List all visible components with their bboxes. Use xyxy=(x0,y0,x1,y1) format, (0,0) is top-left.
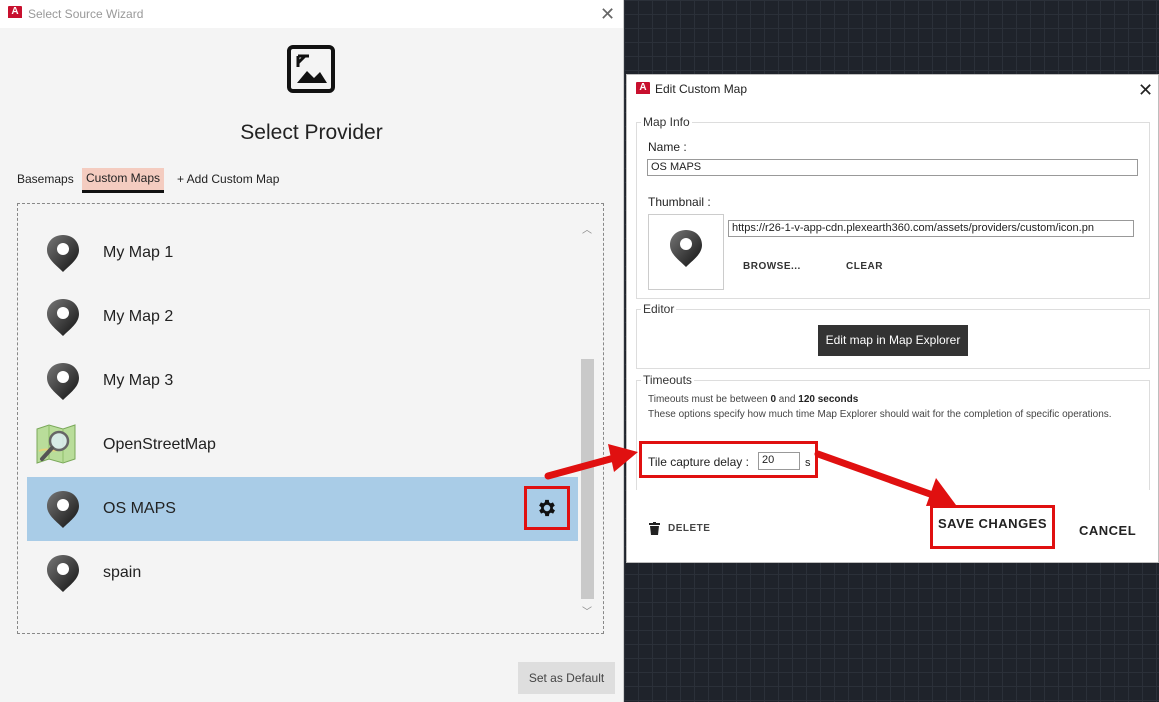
provider-image-icon xyxy=(287,45,335,93)
wizard-titlebar: A Select Source Wizard ✕ xyxy=(0,0,623,28)
wizard-title: Select Source Wizard xyxy=(28,7,144,21)
map-info-group-label: Map Info xyxy=(641,115,692,129)
browse-button[interactable]: BROWSE... xyxy=(743,261,801,272)
thumbnail-preview xyxy=(648,214,724,290)
select-source-wizard: A Select Source Wizard ✕ Select Provider… xyxy=(0,0,624,702)
map-pin-icon xyxy=(47,235,79,272)
list-item-label: My Map 2 xyxy=(103,308,174,325)
name-input[interactable]: OS MAPS xyxy=(647,159,1138,176)
map-pin-icon xyxy=(47,491,79,528)
edit-in-map-explorer-button[interactable]: Edit map in Map Explorer xyxy=(818,325,968,356)
list-item[interactable]: My Map 1 xyxy=(27,221,578,285)
scroll-down-icon[interactable]: ﹀ xyxy=(582,603,592,618)
timeouts-range-text: Timeouts must be between 0 and 120 secon… xyxy=(648,394,859,405)
add-custom-map-button[interactable]: + Add Custom Map xyxy=(177,169,279,191)
map-pin-icon xyxy=(47,555,79,592)
scroll-up-icon[interactable]: ︿ xyxy=(582,221,592,236)
gear-icon xyxy=(539,499,555,517)
map-pin-icon xyxy=(47,363,79,400)
dialog-close-icon[interactable]: ✕ xyxy=(1138,81,1153,99)
settings-gear-button[interactable] xyxy=(524,486,570,530)
delete-button[interactable]: DELETE xyxy=(668,523,710,534)
wizard-close-icon[interactable]: ✕ xyxy=(600,5,615,23)
list-item[interactable]: My Map 2 xyxy=(27,285,578,349)
tab-custom-maps[interactable]: Custom Maps xyxy=(82,168,165,193)
list-item-label: My Map 1 xyxy=(103,244,174,261)
autocad-app-icon: A xyxy=(8,6,22,21)
list-item[interactable]: My Map 3 xyxy=(27,349,578,413)
list-item-selected[interactable]: OS MAPS xyxy=(27,477,578,541)
clear-button[interactable]: CLEAR xyxy=(846,261,883,272)
list-item-label: My Map 3 xyxy=(103,372,174,389)
provider-list: My Map 1 My Map 2 My Map 3 OpenStreetMap… xyxy=(27,215,578,625)
trash-icon[interactable] xyxy=(649,522,660,535)
map-pin-icon xyxy=(670,230,702,267)
openstreetmap-icon xyxy=(36,424,76,464)
list-item-label: OS MAPS xyxy=(103,500,176,517)
name-label: Name : xyxy=(648,140,687,154)
list-scrollbar[interactable]: ︿ ﹀ xyxy=(578,219,596,619)
tile-capture-delay-label: Tile capture delay : xyxy=(648,455,749,469)
tile-delay-unit: s xyxy=(805,457,811,469)
list-item-label: spain xyxy=(103,564,142,581)
provider-list-container: My Map 1 My Map 2 My Map 3 OpenStreetMap… xyxy=(17,203,604,634)
save-changes-button[interactable]: SAVE CHANGES xyxy=(930,505,1055,549)
tab-basemaps[interactable]: Basemaps xyxy=(17,169,74,191)
thumbnail-label: Thumbnail : xyxy=(648,195,711,209)
list-item[interactable]: spain xyxy=(27,541,578,605)
thumbnail-url-input[interactable]: https://r26-1-v-app-cdn.plexearth360.com… xyxy=(728,220,1134,237)
scroll-thumb[interactable] xyxy=(581,359,594,599)
edit-custom-map-dialog: A Edit Custom Map ✕ Map Info Name : OS M… xyxy=(626,74,1159,563)
timeouts-description: These options specify how much time Map … xyxy=(648,409,1112,420)
page-title: Select Provider xyxy=(240,121,383,144)
autocad-app-icon: A xyxy=(636,82,650,97)
set-as-default-button[interactable]: Set as Default xyxy=(518,662,615,694)
cancel-button[interactable]: CANCEL xyxy=(1079,523,1136,538)
dialog-title: Edit Custom Map xyxy=(655,82,748,96)
list-item-label: OpenStreetMap xyxy=(103,436,216,453)
map-pin-icon xyxy=(47,299,79,336)
editor-group-label: Editor xyxy=(641,302,677,316)
timeouts-group-label: Timeouts xyxy=(641,373,694,387)
tile-capture-delay-input[interactable]: 20 xyxy=(758,452,800,470)
list-item[interactable]: OpenStreetMap xyxy=(27,413,578,477)
